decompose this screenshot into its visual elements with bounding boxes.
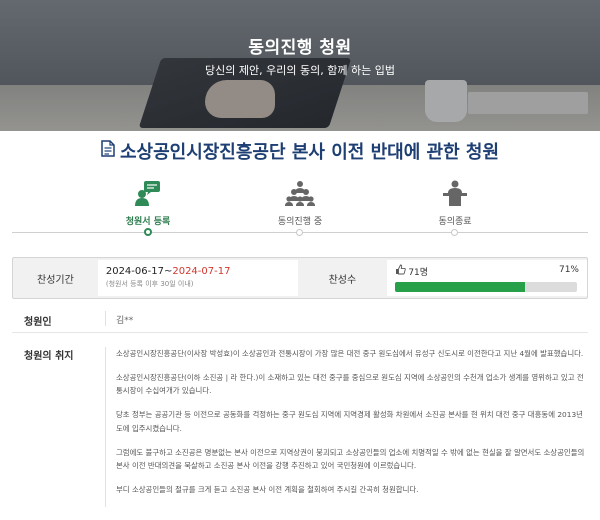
chat-user-icon <box>88 176 208 206</box>
purpose-paragraph: 그럼에도 불구하고 소진공은 명분없는 본사 이전으로 지역상권이 붕괴되고 소… <box>116 447 585 470</box>
hero-title: 동의진행 청원 <box>248 38 352 58</box>
hero-subtitle: 당신의 제안, 우리의 동의, 함께 하는 입법 <box>205 64 395 77</box>
support-progress-bar <box>395 282 578 292</box>
purpose-row: 청원의 취지 소상공인시장진흥공단(이사장 박성효)이 소상공인과 전통시장이 … <box>12 333 588 507</box>
support-count-label: 찬성수 <box>328 274 357 286</box>
step-registered: 청원서 등록 <box>88 176 208 236</box>
step-label: 청원서 등록 <box>125 217 171 227</box>
petitioner-value: 김** <box>105 311 588 326</box>
step-label: 동의종료 <box>438 217 472 227</box>
progress-steps: 청원서 등록 동의진행 중 동의종료 <box>0 176 600 246</box>
thumbs-up-icon <box>395 264 407 278</box>
step-marker <box>451 229 458 236</box>
petitioner-label: 청원인 <box>24 317 52 328</box>
support-count-value: 71명 71% <box>387 260 587 296</box>
support-count: 71명 <box>395 264 579 278</box>
purpose-paragraph: 소상공인시장진흥공단(이사장 박성효)이 소상공인과 전통시장이 가장 많은 대… <box>116 349 584 358</box>
step-closed: 동의종료 <box>395 176 515 236</box>
petition-title-text: 소상공인시장진흥공단 본사 이전 반대에 관한 청원 <box>119 142 500 163</box>
document-icon <box>101 140 115 162</box>
group-icon <box>240 176 360 206</box>
step-in-progress: 동의진행 중 <box>240 176 360 236</box>
petition-title: 소상공인시장진흥공단 본사 이전 반대에 관한 청원 <box>0 138 600 164</box>
purpose-paragraph: 부디 소상공인들의 절규를 크게 듣고 소진공 본사 이전 계획을 철회하여 주… <box>116 484 419 494</box>
hero-banner: 동의진행 청원 당신의 제안, 우리의 동의, 함께 하는 입법 <box>0 0 600 131</box>
step-marker <box>296 229 303 236</box>
period-note: (청원서 등록 이후 30일 이내) <box>105 280 194 288</box>
step-label: 동의진행 중 <box>277 217 323 227</box>
purpose-label: 청원의 취지 <box>24 351 74 362</box>
purpose-paragraph: 소상공인시장진흥공단(이하 소진공 | 라 한다.)이 소재하고 있는 대전 중… <box>116 372 584 396</box>
support-period-box: 찬성기간 2024-06-17~2024-07-17 (청원서 등록 이후 30… <box>12 257 588 299</box>
purpose-paragraph: 당초 정부는 공공기관 등 이전으로 공동화를 걱정하는 중구 원도심 지역에 … <box>116 410 583 433</box>
period-dates: 2024-06-17~2024-07-17 <box>106 266 290 277</box>
support-progress-fill <box>395 282 525 292</box>
period-end: 2024-07-17 <box>172 266 231 277</box>
period-start: 2024-06-17~ <box>105 266 173 277</box>
support-count-text: 71명 <box>408 267 429 278</box>
step-marker <box>144 228 152 236</box>
podium-icon <box>395 176 515 206</box>
period-value: 2024-06-17~2024-07-17 (청원서 등록 이후 30일 이내) <box>97 260 298 296</box>
support-percent: 71% <box>558 265 579 275</box>
purpose-text: 소상공인시장진흥공단(이사장 박성효)이 소상공인과 전통시장이 가장 많은 대… <box>105 347 588 507</box>
period-label: 찬성기간 <box>37 274 74 286</box>
petitioner-row: 청원인 김** <box>12 311 588 333</box>
